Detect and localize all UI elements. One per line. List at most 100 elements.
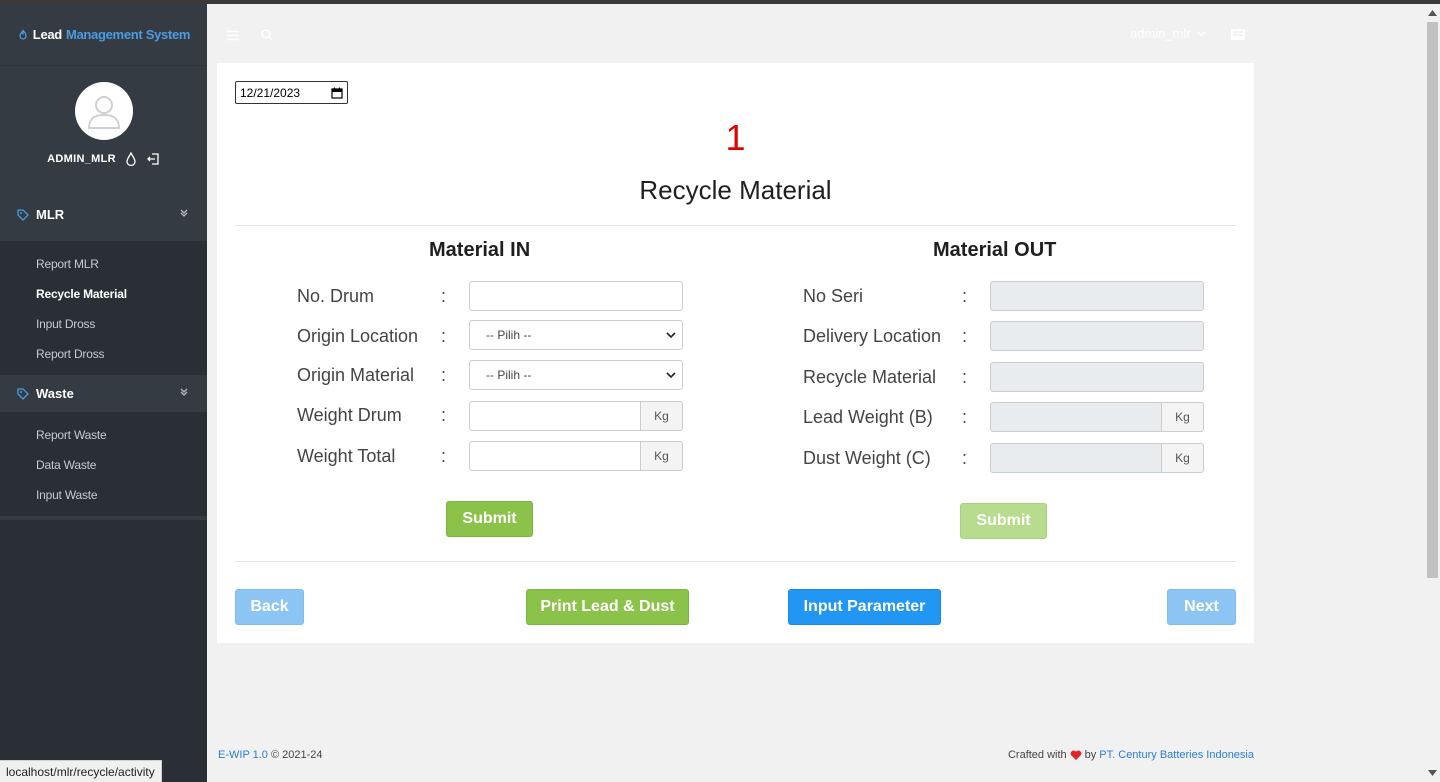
field-colon: : [441,286,447,306]
sidebar-item-report-waste[interactable]: Report Waste [0,420,207,450]
weight-total-input[interactable]: Kg [469,441,683,471]
page-title: Recycle Material [639,175,832,205]
hamburger-menu-icon[interactable] [227,28,239,46]
sidebar-item-recycle-material[interactable]: Recycle Material [0,279,207,309]
brand-system: Management System [65,27,191,42]
divider [235,561,1236,562]
unit-addon: Kg [640,442,682,470]
date-value: 12/21/2023 [240,85,301,100]
field-colon: : [441,405,447,425]
scrollbar-thumb[interactable] [1427,22,1438,578]
search-icon[interactable] [261,28,273,46]
flame-icon [19,29,27,40]
footer-right: Crafted with by PT. Century Batteries In… [1008,749,1254,761]
field-label: Origin Location [297,326,419,346]
unit-addon: Kg [1161,444,1203,472]
field-label: Origin Material [297,365,415,385]
drop-icon[interactable] [126,152,136,166]
chevron-double-down-icon [180,209,188,217]
profile-username: ADMIN_MLR [47,153,116,165]
select-value: -- Pilih -- [486,328,532,342]
origin-material-select[interactable]: -- Pilih -- [469,360,683,390]
unit-addon: Kg [640,402,682,430]
menu-header-mlr[interactable]: MLR [0,188,207,241]
material-out-title: Material OUT [933,239,1057,261]
back-button[interactable]: Back [235,589,304,625]
top-navbar: admin_mlr [207,4,1425,65]
field-label: Weight Drum [297,405,402,425]
sidebar-item-data-waste[interactable]: Data Waste [0,450,207,480]
recycle-material-input [990,362,1204,392]
user-dropdown[interactable]: admin_mlr [1130,26,1206,41]
scroll-down-arrow-icon[interactable] [1428,770,1437,776]
chevron-double-down-icon [180,388,188,396]
input-parameter-button[interactable]: Input Parameter [788,589,941,625]
user-profile: ADMIN_MLR [0,65,207,188]
footer-app-link[interactable]: E-WIP 1.0 [218,749,268,761]
main-card: 12/21/2023 1 Recycle Material Material I… [217,63,1254,643]
material-in-title: Material IN [429,239,531,261]
menu-group-mlr: MLR Report MLR Recycle Material Input Dr… [0,188,207,375]
footer-crafted: Crafted with [1007,749,1067,761]
field-colon: : [441,446,447,466]
message-icon[interactable] [1231,27,1245,45]
submit-in-button[interactable]: Submit [446,501,533,537]
user-dropdown-label: admin_mlr [1130,26,1191,41]
field-label: Recycle Material [803,367,937,387]
heart-icon [1070,750,1082,760]
scroll-up-arrow-icon[interactable] [1428,10,1437,16]
delivery-location-input [990,321,1204,351]
avatar[interactable] [74,82,133,140]
menu-group-waste: Waste Report Waste Data Waste Input Wast… [0,375,207,516]
field-label: Weight Total [297,446,396,466]
chevron-down-icon [666,372,676,379]
footer-by: by [1084,749,1097,761]
unit-addon: Kg [1161,403,1203,431]
logout-icon[interactable] [146,152,160,166]
field-colon: : [962,326,968,346]
no-drum-input[interactable] [469,281,683,311]
no-seri-input [990,281,1204,311]
dust-weight-input: Kg [990,443,1204,473]
origin-location-select[interactable]: -- Pilih -- [469,320,683,350]
menu-header-label: Waste [36,386,74,401]
calendar-icon[interactable] [331,87,343,99]
submit-out-button[interactable]: Submit [960,503,1047,539]
select-value: -- Pilih -- [486,368,532,382]
vertical-scrollbar[interactable] [1425,4,1440,782]
chevron-down-icon [666,332,676,339]
print-lead-dust-button[interactable]: Print Lead & Dust [526,589,689,625]
menu-header-waste[interactable]: Waste [0,375,207,412]
tag-icon [17,387,29,400]
footer-left: E-WIP 1.0 © 2021-24 [218,749,323,761]
field-label: No Seri [803,286,864,306]
tag-icon [17,208,29,221]
sidebar-item-input-waste[interactable]: Input Waste [0,480,207,510]
field-colon: : [962,367,968,387]
brand-lead: Lead [32,27,62,42]
sidebar-item-report-mlr[interactable]: Report MLR [0,249,207,279]
chevron-down-icon [1197,31,1206,36]
sidebar: Lead Management System ADMIN_MLR MLR Rep… [0,4,207,782]
field-label: No. Drum [297,286,375,306]
field-label: Dust Weight (C) [803,448,931,468]
sidebar-item-input-dross[interactable]: Input Dross [0,309,207,339]
counter: 1 [725,117,746,158]
menu-header-label: MLR [36,207,65,222]
user-avatar-icon [87,96,120,129]
sidebar-item-report-dross[interactable]: Report Dross [0,339,207,369]
field-colon: : [962,286,968,306]
field-colon: : [441,365,447,385]
lead-weight-input: Kg [990,402,1204,432]
field-colon: : [962,448,968,468]
brand[interactable]: Lead Management System [0,4,207,65]
next-button[interactable]: Next [1167,589,1236,625]
field-label: Delivery Location [803,326,942,346]
footer-company-link[interactable]: PT. Century Batteries Indonesia [1099,749,1254,761]
status-url-bar: localhost/mlr/recycle/activity [0,760,162,782]
field-label: Lead Weight (B) [803,407,933,427]
date-input[interactable]: 12/21/2023 [235,81,348,104]
field-colon: : [962,407,968,427]
divider [235,225,1236,226]
weight-drum-input[interactable]: Kg [469,401,683,431]
